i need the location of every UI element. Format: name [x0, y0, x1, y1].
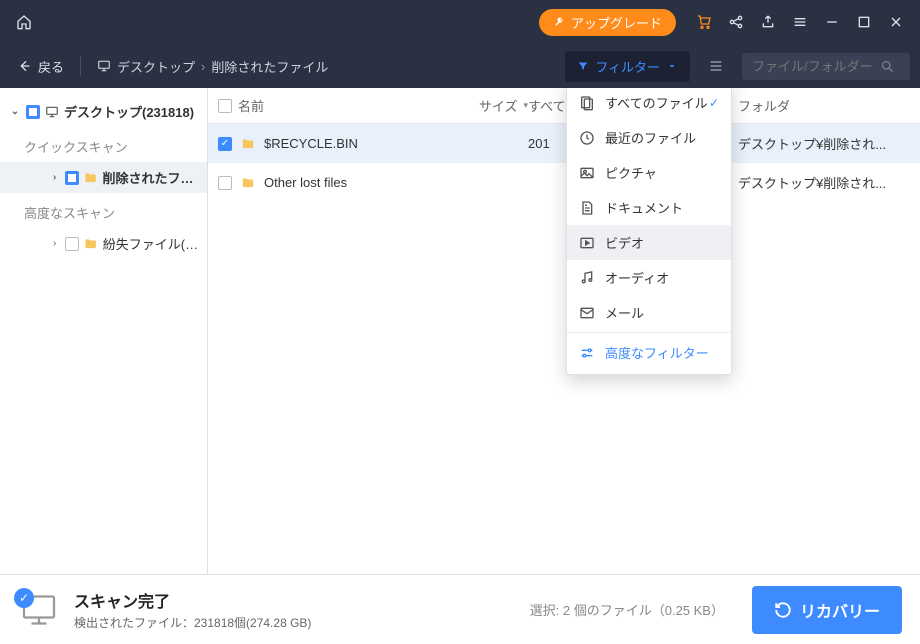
selection-text: 選択: 2 個のファイル（0.25 KB） [530, 600, 724, 619]
tree-item-deleted[interactable]: › 削除されたファ... [0, 162, 207, 193]
file-folder: デスクトップ¥削除され... [738, 173, 910, 192]
tree-root[interactable]: ⌄ デスクトップ(231818) [0, 96, 207, 127]
filter-item-label: ビデオ [605, 233, 644, 252]
checkbox[interactable] [65, 237, 79, 251]
sidebar: ⌄ デスクトップ(231818) クイックスキャン › 削除されたファ... 高… [0, 88, 208, 574]
filter-menu: すべてのファイル✓ 最近のファイルピクチャドキュメントビデオオーディオメール 高度… [566, 88, 732, 375]
expand-icon[interactable]: › [48, 238, 61, 249]
table-row[interactable]: ✓$RECYCLE.BIN201デスクトップ¥削除され... [208, 124, 920, 163]
upgrade-label: アップグレード [571, 13, 662, 32]
chevron-down-icon [666, 60, 678, 72]
upgrade-button[interactable]: アップグレード [539, 9, 676, 36]
status-icon: ✓ [18, 592, 60, 628]
back-label: 戻る [38, 57, 64, 76]
checkbox-mixed[interactable] [26, 105, 40, 119]
recover-label: リカバリー [800, 598, 880, 622]
table-row[interactable]: Other lost files デスクトップ¥削除され... [208, 163, 920, 202]
status-text: スキャン完了 検出されたファイル：231818個(274.28 GB) [74, 588, 516, 631]
checkbox[interactable] [218, 176, 232, 190]
tree-section-quick: クイックスキャン [0, 127, 207, 162]
filter-item-label: メール [605, 303, 644, 322]
menu-icon[interactable] [784, 6, 816, 38]
collapse-icon[interactable]: ⌄ [8, 106, 22, 117]
search-box[interactable] [742, 53, 910, 80]
filter-item-label: すべてのファイル [605, 93, 708, 112]
filter-label: フィルター [595, 57, 660, 76]
file-list: 名前 サイズ▾ すべて タイプ フォルダ ✓$RECYCLE.BIN201デスク… [208, 88, 920, 574]
folder-icon [83, 171, 98, 185]
checkbox-mixed[interactable] [65, 171, 79, 185]
folder-icon [240, 176, 256, 190]
folder-icon [240, 137, 256, 151]
export-icon[interactable] [752, 6, 784, 38]
view-list-button[interactable] [700, 50, 732, 82]
file-name: $RECYCLE.BIN [264, 136, 358, 151]
status-title: スキャン完了 [74, 588, 516, 612]
filter-menu-item[interactable]: ビデオ [567, 225, 731, 260]
title-bar: アップグレード [0, 0, 920, 44]
filter-menu-item[interactable]: メール [567, 295, 731, 330]
search-input[interactable] [752, 59, 872, 74]
filter-menu-item[interactable]: ピクチャ [567, 155, 731, 190]
col-date-label[interactable]: すべて [528, 96, 566, 115]
chevron-right-icon: › [201, 59, 205, 74]
filter-item-label: オーディオ [605, 268, 669, 287]
file-folder: デスクトップ¥削除され... [738, 134, 910, 153]
breadcrumb-loc2: 削除されたファイル [211, 57, 328, 76]
separator [567, 332, 731, 333]
divider [80, 56, 81, 76]
col-folder-label[interactable]: フォルダ [738, 96, 790, 115]
filter-menu-item[interactable]: オーディオ [567, 260, 731, 295]
restore-icon [774, 601, 792, 619]
col-size-label[interactable]: サイズ [479, 96, 518, 115]
filter-advanced[interactable]: 高度なフィルター [567, 335, 731, 370]
breadcrumb-loc1: デスクトップ [117, 57, 195, 76]
filter-advanced-label: 高度なフィルター [605, 343, 709, 362]
share-icon[interactable] [720, 6, 752, 38]
home-icon[interactable] [8, 6, 40, 38]
back-button[interactable]: 戻る [16, 57, 64, 76]
nav-bar: 戻る デスクトップ › 削除されたファイル フィルター [0, 44, 920, 88]
tree-item-lost[interactable]: › 紛失ファイル(1... [0, 228, 207, 259]
column-header: 名前 サイズ▾ すべて タイプ フォルダ [208, 88, 920, 124]
monitor-icon [44, 105, 60, 119]
breadcrumb[interactable]: デスクトップ › 削除されたファイル [97, 57, 328, 76]
tree-item-label: 紛失ファイル(1... [103, 234, 199, 253]
minimize-icon[interactable] [816, 6, 848, 38]
filter-item-label: 最近のファイル [605, 128, 696, 147]
file-name: Other lost files [264, 175, 347, 190]
tree-item-label: 削除されたファ... [102, 168, 199, 187]
funnel-icon [577, 60, 589, 72]
filter-item-label: ピクチャ [605, 163, 657, 182]
sliders-icon [579, 345, 595, 361]
check-icon: ✓ [709, 96, 719, 110]
status-subtitle: 検出されたファイル：231818個(274.28 GB) [74, 614, 516, 631]
filter-item-label: ドキュメント [605, 198, 683, 217]
status-bar: ✓ スキャン完了 検出されたファイル：231818個(274.28 GB) 選択… [0, 574, 920, 644]
col-name-label[interactable]: 名前 [238, 96, 264, 115]
filter-menu-item[interactable]: ドキュメント [567, 190, 731, 225]
filter-button[interactable]: フィルター [565, 51, 690, 82]
tree-root-label: デスクトップ(231818) [64, 102, 194, 121]
checkbox[interactable]: ✓ [218, 137, 232, 151]
close-icon[interactable] [880, 6, 912, 38]
maximize-icon[interactable] [848, 6, 880, 38]
filter-menu-item[interactable]: すべてのファイル✓ [567, 88, 731, 120]
check-badge-icon: ✓ [14, 588, 34, 608]
tree-section-deep: 高度なスキャン [0, 193, 207, 228]
filter-menu-item[interactable]: 最近のファイル [567, 120, 731, 155]
folder-icon [83, 237, 98, 251]
main-area: ⌄ デスクトップ(231818) クイックスキャン › 削除されたファ... 高… [0, 88, 920, 574]
monitor-icon [97, 59, 111, 73]
expand-icon[interactable]: › [48, 172, 61, 183]
search-icon [880, 59, 895, 74]
checkbox-all[interactable] [218, 99, 232, 113]
cart-icon[interactable] [688, 6, 720, 38]
recover-button[interactable]: リカバリー [752, 586, 902, 634]
